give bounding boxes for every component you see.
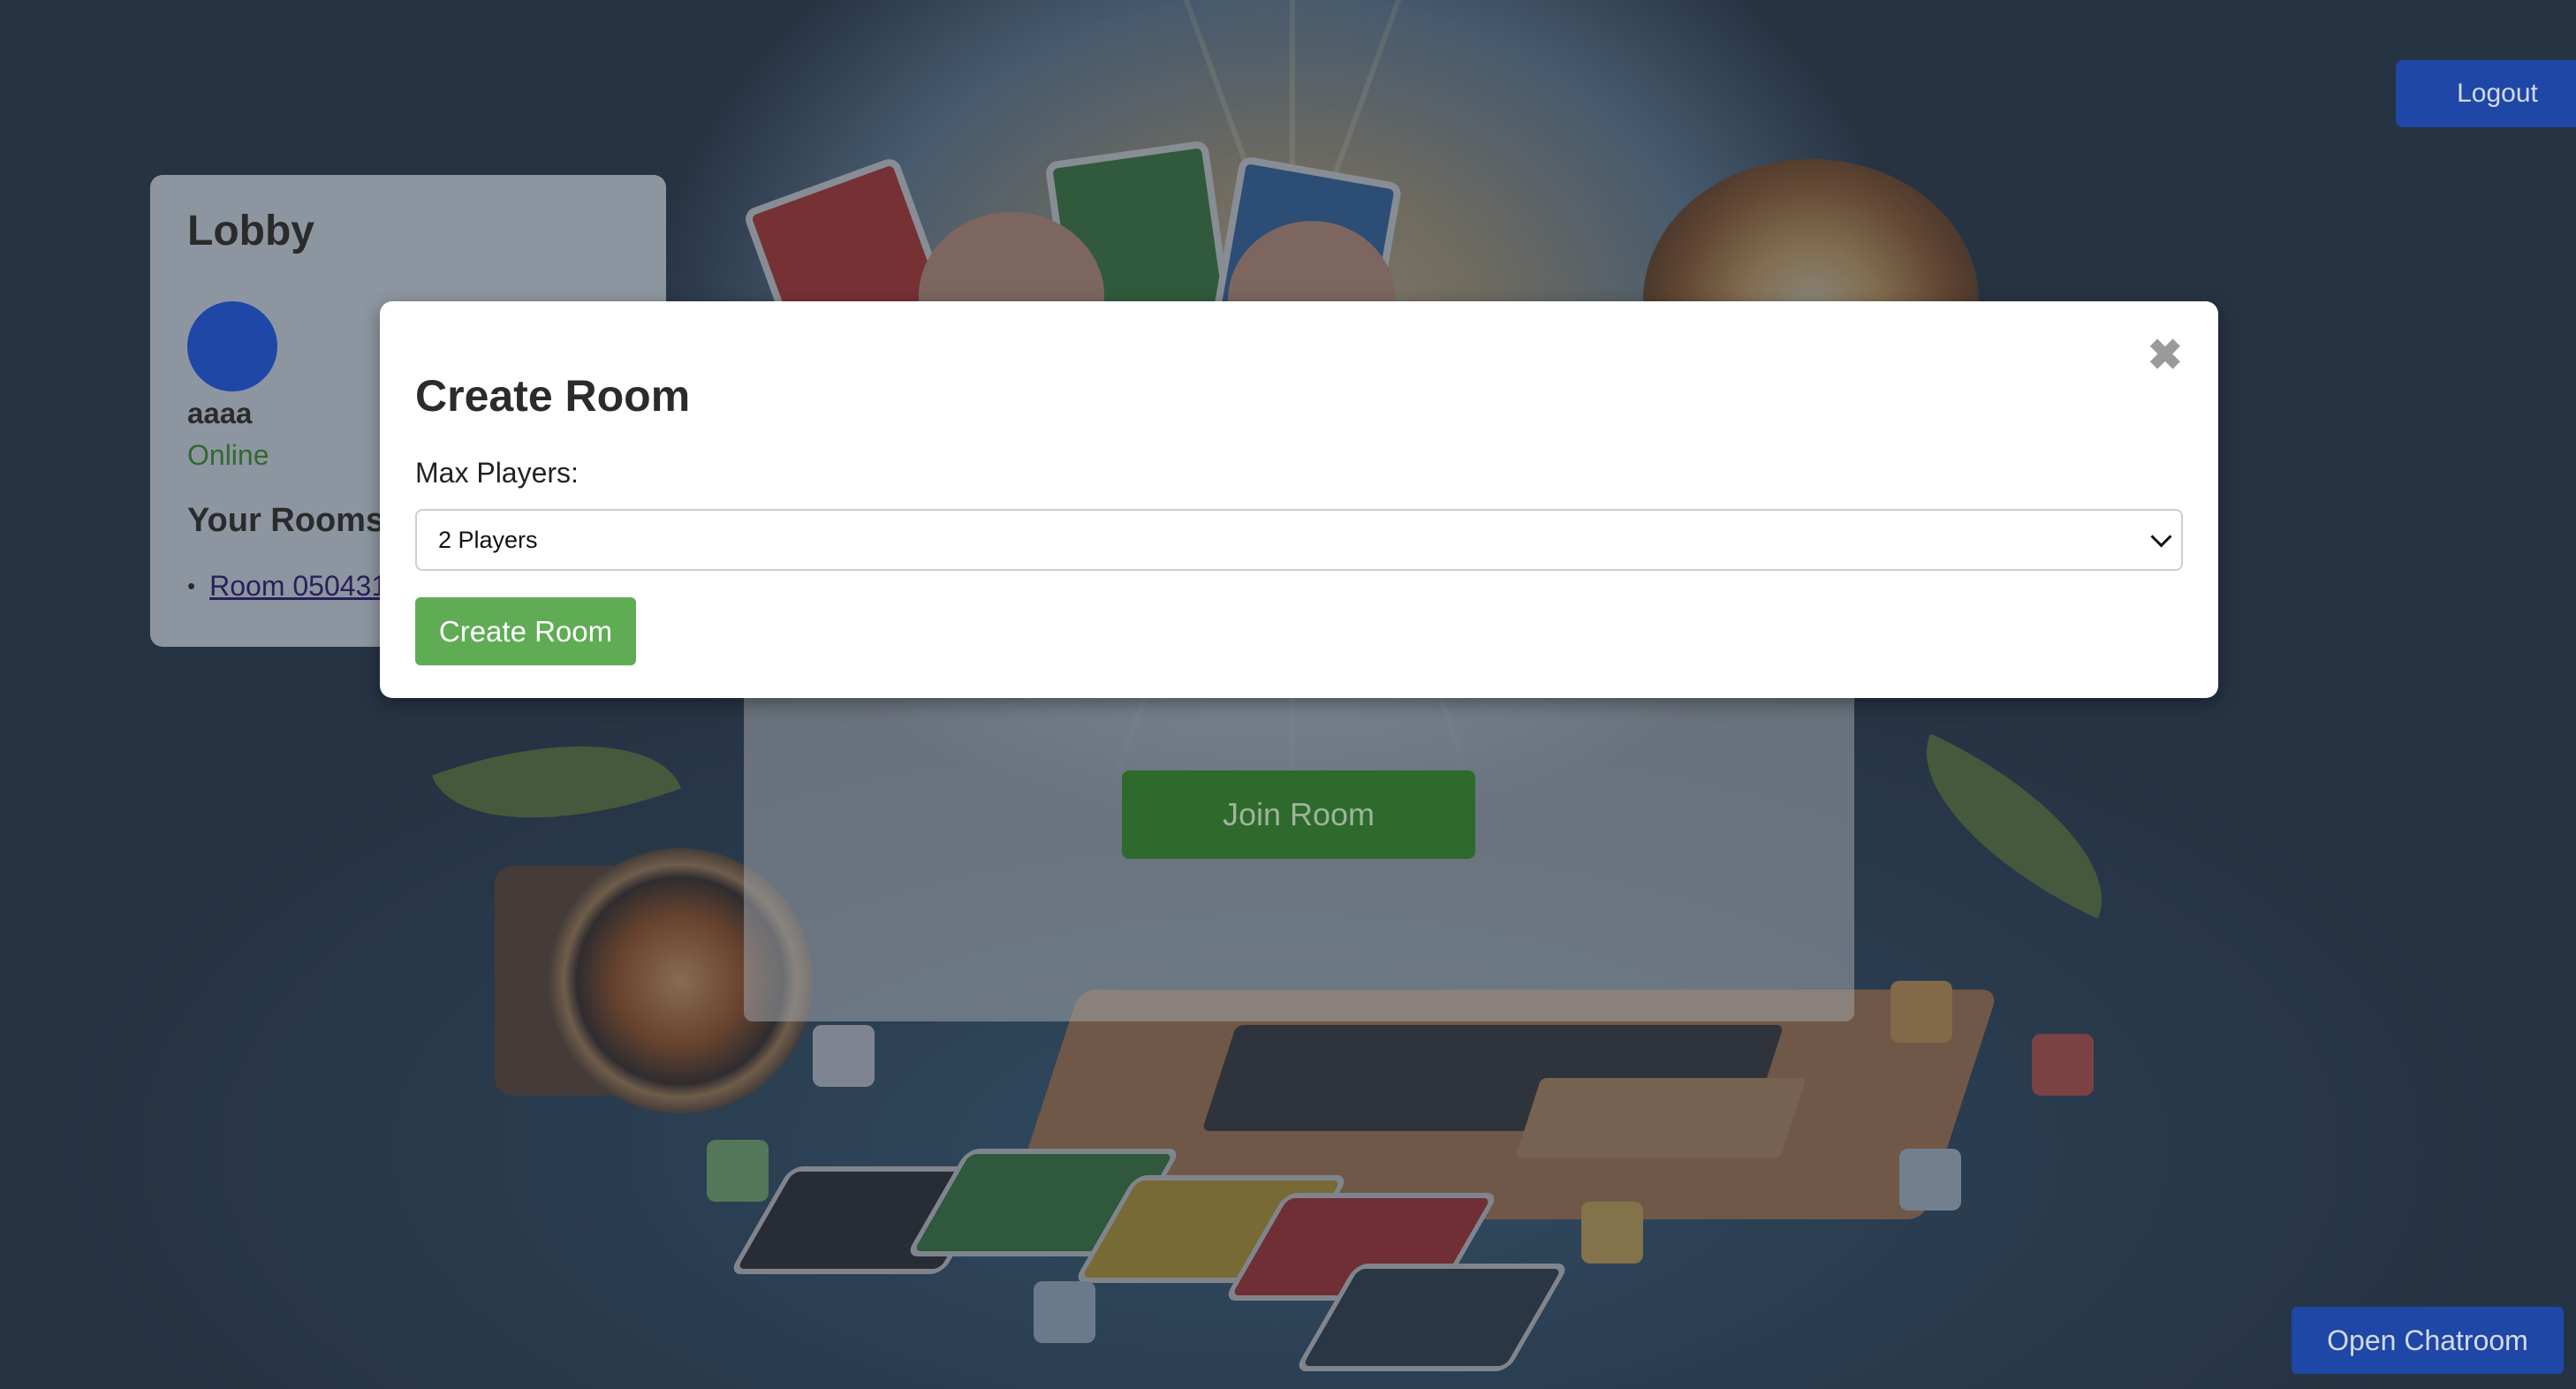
max-players-select[interactable]: 2 Players bbox=[415, 509, 2183, 571]
lobby-title: Lobby bbox=[187, 208, 314, 254]
chevron-down-icon bbox=[2150, 525, 2172, 548]
room-link[interactable]: Room 050431 bbox=[209, 570, 387, 603]
max-players-label: Max Players: bbox=[415, 457, 579, 489]
max-players-value: 2 Players bbox=[438, 526, 538, 553]
create-room-button[interactable]: Create Room bbox=[415, 597, 636, 665]
modal-title: Create Room bbox=[415, 371, 691, 421]
open-chatroom-button[interactable]: Open Chatroom bbox=[2292, 1307, 2564, 1374]
logout-button[interactable]: Logout bbox=[2396, 60, 2576, 127]
join-room-button[interactable]: Join Room bbox=[1122, 770, 1475, 859]
create-room-modal: ✖ Create Room Max Players: 2 Players Cre… bbox=[380, 301, 2218, 698]
avatar bbox=[187, 301, 277, 391]
close-icon[interactable]: ✖ bbox=[2148, 335, 2183, 377]
